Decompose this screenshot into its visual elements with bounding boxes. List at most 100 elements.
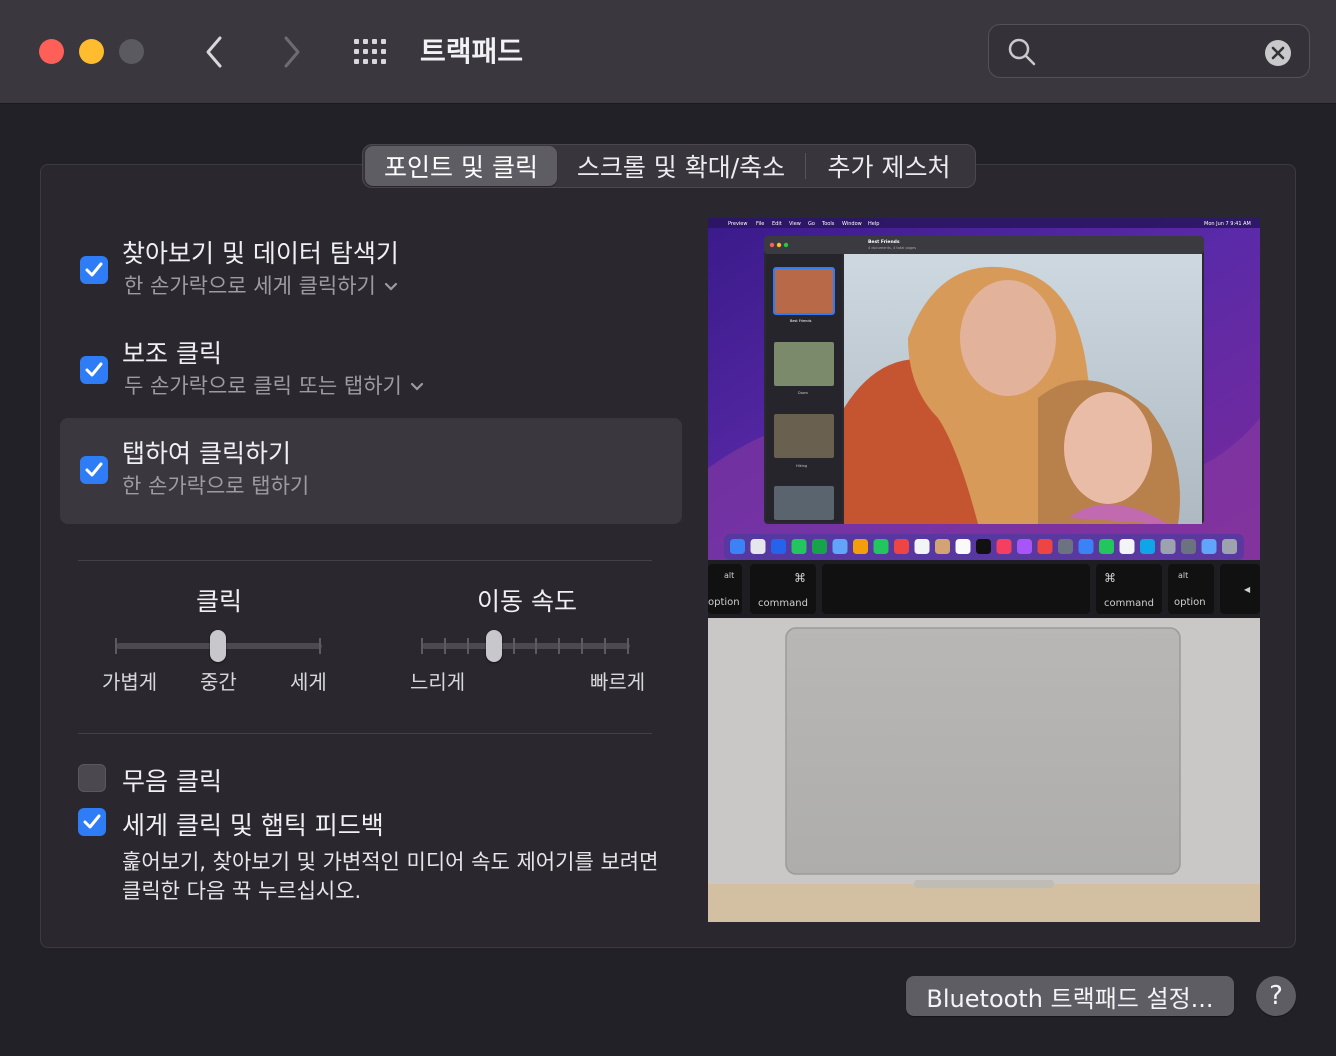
- dock-app-icon: [1037, 539, 1053, 554]
- checkmark-icon: [83, 814, 101, 829]
- dock-app-icon: [1099, 539, 1114, 554]
- search-field[interactable]: [988, 24, 1310, 78]
- help-button[interactable]: ?: [1256, 976, 1296, 1016]
- dock-app-icon: [1181, 539, 1196, 554]
- force-click-label: 세게 클릭 및 햅틱 피드백: [122, 811, 384, 840]
- key-cmd-symbol: ⌘: [794, 571, 806, 585]
- tracking-speed-tick: [558, 638, 561, 654]
- click-label-medium: 중간: [200, 670, 237, 694]
- divider: [78, 560, 652, 561]
- dock-app-icon: [1078, 539, 1094, 554]
- menubar-clock: Mon Jun 7 9:41 AM: [1204, 221, 1251, 227]
- search-icon: [1008, 38, 1036, 66]
- tap-to-click-sub: 한 손가락으로 탭하기: [122, 474, 310, 498]
- show-all-button[interactable]: [352, 37, 392, 67]
- back-button[interactable]: [200, 32, 230, 72]
- menubar-item: View: [789, 221, 801, 227]
- tracking-speed-tick: [604, 638, 607, 654]
- force-click-checkbox[interactable]: [78, 808, 106, 836]
- dock-app-icon: [873, 539, 889, 554]
- silent-click-label: 무음 클릭: [122, 767, 222, 796]
- menubar-item: Tools: [821, 221, 835, 227]
- forward-button[interactable]: [276, 32, 306, 72]
- zoom-window-button[interactable]: [119, 39, 144, 64]
- dock-app-icon: [894, 539, 909, 554]
- gesture-preview-illustration: Preview File Edit View Go Tools Window H…: [708, 218, 1260, 922]
- minimize-window-button[interactable]: [79, 39, 104, 64]
- secondary-click-popup[interactable]: 두 손가락으로 클릭 또는 탭하기: [124, 370, 424, 400]
- lookup-title: 찾아보기 및 데이터 탐색기: [122, 239, 399, 268]
- menubar-item: Help: [868, 221, 879, 227]
- secondary-click-value: 두 손가락으로 클릭 또는 탭하기: [124, 374, 402, 398]
- dock-app-icon: [935, 539, 950, 554]
- key-cmd-symbol: ⌘: [1104, 571, 1116, 585]
- tab-bar: 포인트 및 클릭 스크롤 및 확대/축소 추가 제스처: [362, 144, 976, 188]
- window-title: 트랙패드: [420, 35, 524, 68]
- menubar-item: File: [756, 221, 764, 227]
- clear-icon: [1271, 46, 1285, 60]
- click-slider-title: 클릭: [196, 587, 243, 616]
- dock-app-icon: [1119, 539, 1135, 554]
- checkmark-icon: [85, 362, 103, 377]
- key-command: command: [1104, 598, 1154, 609]
- dock-app-icon: [1222, 539, 1237, 554]
- tracking-speed-title: 이동 속도: [477, 587, 577, 616]
- lookup-checkbox[interactable]: [80, 256, 108, 284]
- tracking-speed-tick: [627, 638, 629, 654]
- grid-icon: [354, 39, 386, 64]
- tracking-speed-tick: [512, 638, 515, 654]
- tracking-speed-tick: [443, 638, 446, 654]
- secondary-click-title: 보조 클릭: [122, 339, 222, 368]
- chevron-left-icon: [206, 36, 222, 68]
- tracking-speed-tick: [421, 638, 423, 654]
- tracking-speed-tick: [535, 638, 538, 654]
- checkmark-icon: [85, 462, 103, 477]
- dock-app-icon: [996, 539, 1012, 554]
- search-input[interactable]: [1049, 35, 1253, 69]
- tracking-speed-min-label: 느리게: [410, 670, 466, 694]
- dock-app-icon: [1160, 539, 1176, 554]
- secondary-click-checkbox[interactable]: [80, 356, 108, 384]
- title-bar: 트랙패드: [0, 0, 1336, 104]
- clear-search-button[interactable]: [1265, 40, 1291, 66]
- tap-to-click-checkbox[interactable]: [80, 456, 108, 484]
- dock-app-icon: [1201, 539, 1217, 554]
- dock-app-icon: [832, 539, 848, 554]
- close-window-button[interactable]: [39, 39, 64, 64]
- dock-app-icon: [1058, 539, 1073, 554]
- tab-point-and-click[interactable]: 포인트 및 클릭: [365, 146, 557, 186]
- dock-app-icon: [955, 539, 971, 554]
- dock-app-icon: [771, 539, 786, 554]
- key-arrow: ◀: [1244, 585, 1251, 594]
- click-slider-thumb[interactable]: [210, 630, 226, 662]
- menubar-app: Preview: [728, 221, 747, 227]
- tab-more-gestures[interactable]: 추가 제스처: [806, 146, 972, 186]
- menubar-item: Edit: [772, 221, 782, 227]
- click-slider-tick: [115, 638, 117, 654]
- chevron-right-icon: [284, 36, 300, 68]
- dock-app-icon: [791, 539, 807, 554]
- key-option: option: [1174, 597, 1206, 608]
- chevron-down-icon: [384, 282, 397, 291]
- click-slider-tick: [319, 638, 321, 654]
- preview-doc-title: Best Friends: [868, 239, 900, 245]
- tracking-speed-max-label: 빠르게: [590, 670, 646, 694]
- tab-scroll-and-zoom[interactable]: 스크롤 및 확대/축소: [557, 146, 805, 186]
- bluetooth-trackpad-setup-button[interactable]: Bluetooth 트랙패드 설정...: [906, 976, 1234, 1016]
- silent-click-checkbox[interactable]: [78, 764, 106, 792]
- force-click-desc-line: 클릭한 다음 꾹 누르십시오.: [122, 879, 362, 903]
- tracking-speed-thumb[interactable]: [486, 630, 502, 662]
- dock-app-icon: [730, 539, 745, 554]
- menubar-item: Go: [808, 221, 815, 227]
- tracking-speed-tick: [581, 638, 584, 654]
- dock-app-icon: [1017, 539, 1032, 554]
- key-alt: alt: [1178, 571, 1188, 580]
- checkmark-icon: [85, 262, 103, 277]
- force-click-desc-line: 훑어보기, 찾아보기 및 가변적인 미디어 속도 제어기를 보려면: [122, 850, 659, 874]
- tracking-speed-track[interactable]: [422, 643, 630, 649]
- chevron-down-icon: [410, 382, 423, 391]
- key-option: option: [708, 597, 740, 608]
- lookup-gesture-popup[interactable]: 한 손가락으로 세게 클릭하기: [124, 270, 398, 300]
- thumb-label: Best Friends: [790, 319, 812, 323]
- key-alt: alt: [724, 571, 734, 580]
